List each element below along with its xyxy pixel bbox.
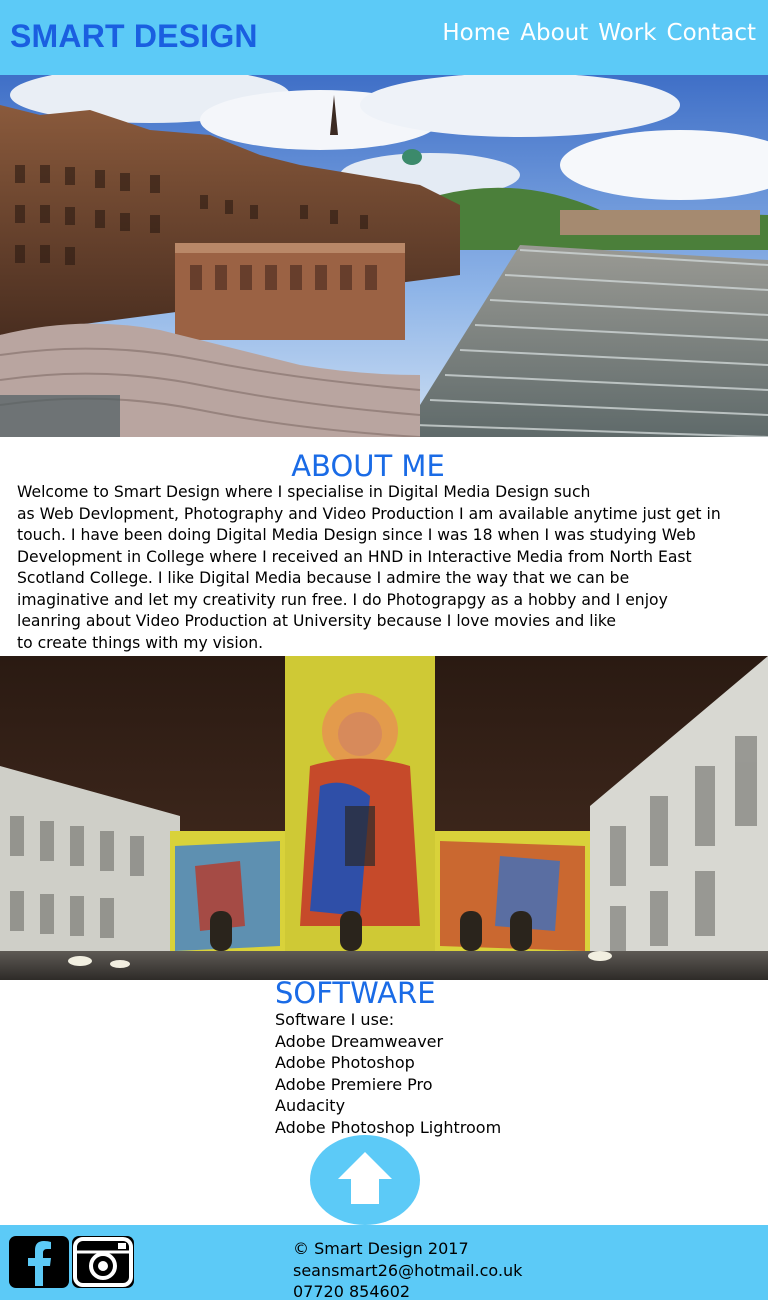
about-line: to create things with my vision. bbox=[17, 633, 264, 652]
about-line: Welcome to Smart Design where I speciali… bbox=[17, 483, 591, 501]
back-to-top-button[interactable] bbox=[310, 1135, 420, 1225]
about-heading: ABOUT ME bbox=[291, 449, 445, 483]
software-heading: SOFTWARE bbox=[275, 976, 436, 1010]
software-item: Adobe Photoshop bbox=[275, 1053, 415, 1073]
software-item: Audacity bbox=[275, 1096, 346, 1116]
copyright-text: © Smart Design 2017 bbox=[293, 1239, 469, 1258]
site-footer: © Smart Design 2017 seansmart26@hotmail.… bbox=[0, 1225, 768, 1300]
about-line: leanring about Video Production at Unive… bbox=[17, 612, 616, 630]
hero-photo-edinburgh bbox=[0, 75, 768, 437]
software-list: Software I use: Adobe Dreamweaver Adobe … bbox=[275, 1009, 501, 1139]
site-logo[interactable]: SMART DESIGN bbox=[10, 18, 258, 55]
footer-contact: © Smart Design 2017 seansmart26@hotmail.… bbox=[293, 1238, 522, 1300]
software-item: Adobe Dreamweaver bbox=[275, 1031, 444, 1051]
nav-work-link[interactable]: Work bbox=[598, 20, 656, 46]
phone-number: 07720 854602 bbox=[293, 1282, 411, 1300]
about-line: as Web Devlopment, Photography and Video… bbox=[17, 504, 721, 523]
social-links bbox=[9, 1236, 134, 1288]
about-line: Scotland College. I like Digital Media b… bbox=[17, 569, 630, 587]
software-item: Adobe Premiere Pro bbox=[275, 1074, 433, 1094]
software-intro: Software I use: bbox=[275, 1010, 395, 1029]
site-header: SMART DESIGN Home About Work Contact bbox=[0, 0, 768, 75]
email-link[interactable]: seansmart26@hotmail.co.uk bbox=[293, 1260, 522, 1282]
about-line: touch. I have been doing Digital Media D… bbox=[17, 526, 696, 544]
facebook-icon[interactable] bbox=[9, 1236, 69, 1288]
nav-about-link[interactable]: About bbox=[520, 20, 588, 46]
about-line: imaginative and let my creativity run fr… bbox=[17, 590, 668, 609]
nav-contact-link[interactable]: Contact bbox=[667, 20, 756, 46]
nav-home-link[interactable]: Home bbox=[442, 20, 510, 46]
about-line: Development in College where I received … bbox=[17, 547, 692, 566]
projection-photo bbox=[0, 656, 768, 980]
about-paragraph: Welcome to Smart Design where I speciali… bbox=[17, 482, 765, 654]
main-nav: Home About Work Contact bbox=[442, 20, 756, 46]
instagram-icon[interactable] bbox=[72, 1236, 134, 1288]
up-arrow-icon bbox=[338, 1152, 392, 1204]
